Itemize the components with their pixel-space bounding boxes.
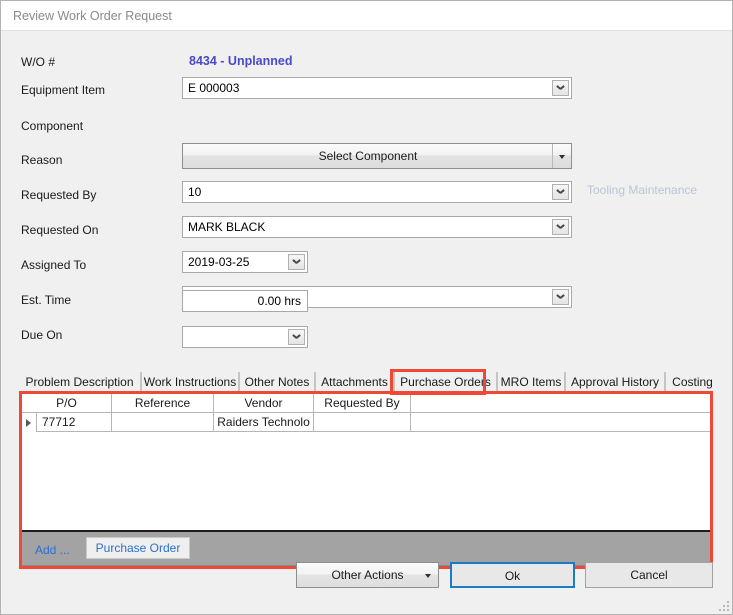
column-header-reference[interactable]: Reference bbox=[112, 394, 214, 412]
column-header-po[interactable]: P/O bbox=[22, 394, 112, 412]
component-dropdown-arrow[interactable] bbox=[552, 144, 571, 168]
column-header-vendor[interactable]: Vendor bbox=[214, 394, 314, 412]
cell-vendor[interactable]: Raiders Technolo bbox=[214, 413, 314, 432]
label-est-time: Est. Time bbox=[21, 293, 72, 307]
dialog-client-area: W/O # 8434 - Unplanned Equipment Item E … bbox=[1, 31, 732, 614]
chevron-down-icon[interactable] bbox=[552, 184, 569, 200]
est-time-value: 0.00 hrs bbox=[257, 294, 301, 308]
other-actions-button[interactable]: Other Actions bbox=[296, 562, 439, 588]
reason-combo[interactable]: 10 bbox=[182, 181, 572, 203]
label-wo-number: W/O # bbox=[21, 55, 56, 69]
cancel-button[interactable]: Cancel bbox=[585, 562, 713, 588]
label-requested-by: Requested By bbox=[21, 188, 97, 202]
select-component-label: Select Component bbox=[318, 149, 418, 163]
add-link[interactable]: Add ... bbox=[35, 543, 70, 557]
equipment-item-combo[interactable]: E 000003 bbox=[182, 77, 572, 99]
due-on-datepicker[interactable] bbox=[182, 326, 308, 348]
reason-value: 10 bbox=[188, 185, 202, 199]
grid-footer-toolbar: Add ... Purchase Order bbox=[21, 530, 711, 566]
other-actions-dropdown-arrow[interactable] bbox=[418, 563, 438, 587]
tab-attachments[interactable]: Attachments bbox=[315, 372, 394, 393]
chevron-down-icon[interactable] bbox=[552, 80, 569, 96]
chevron-down-icon[interactable] bbox=[552, 219, 569, 235]
cell-requested-by[interactable] bbox=[314, 413, 411, 432]
requested-on-value: 2019-03-25 bbox=[188, 255, 250, 269]
wo-number-value: 8434 - Unplanned bbox=[189, 54, 293, 68]
tab-work-instructions[interactable]: Work Instructions bbox=[141, 372, 239, 393]
window-title: Review Work Order Request bbox=[13, 9, 172, 23]
cell-po[interactable]: 77712 bbox=[37, 413, 112, 432]
label-equipment-item: Equipment Item bbox=[21, 83, 106, 97]
tab-costing[interactable]: Costing bbox=[665, 372, 719, 393]
tab-purchase-orders[interactable]: Purchase Orders bbox=[394, 372, 497, 393]
other-actions-label: Other Actions bbox=[331, 568, 404, 582]
equipment-item-value: E 000003 bbox=[188, 81, 240, 95]
tab-problem-description[interactable]: Problem Description bbox=[19, 372, 141, 393]
chevron-down-icon[interactable] bbox=[552, 289, 569, 305]
requested-on-datepicker[interactable]: 2019-03-25 bbox=[182, 251, 308, 273]
chevron-down-icon[interactable] bbox=[288, 254, 305, 270]
cell-reference[interactable] bbox=[112, 413, 214, 432]
row-pointer-icon bbox=[26, 419, 31, 427]
tab-other-notes[interactable]: Other Notes bbox=[239, 372, 315, 393]
label-assigned-to: Assigned To bbox=[21, 258, 87, 272]
label-component: Component bbox=[21, 119, 84, 133]
window-titlebar: Review Work Order Request bbox=[1, 1, 732, 31]
grid-header-row: P/O Reference Vendor Requested By bbox=[22, 394, 710, 412]
add-purchase-order-button[interactable]: Purchase Order bbox=[86, 537, 190, 559]
tab-approval-history[interactable]: Approval History bbox=[565, 372, 665, 393]
ok-button[interactable]: Ok bbox=[450, 562, 575, 588]
dialog-window: Review Work Order Request W/O # 8434 - U… bbox=[0, 0, 733, 615]
label-due-on: Due On bbox=[21, 328, 63, 342]
label-reason: Reason bbox=[21, 153, 63, 167]
est-time-input[interactable]: 0.00 hrs bbox=[182, 290, 308, 312]
requested-by-value: MARK BLACK bbox=[188, 220, 266, 234]
chevron-down-icon[interactable] bbox=[288, 329, 305, 345]
table-row[interactable]: 77712 Raiders Technolo bbox=[22, 412, 710, 432]
tabstrip: Problem Description Work Instructions Ot… bbox=[19, 372, 719, 393]
reason-description-note: Tooling Maintenance bbox=[587, 183, 698, 197]
row-selector[interactable] bbox=[22, 413, 37, 432]
resize-grip[interactable] bbox=[716, 598, 729, 611]
column-header-requested-by[interactable]: Requested By bbox=[314, 394, 411, 412]
requested-by-combo[interactable]: MARK BLACK bbox=[182, 216, 572, 238]
tab-mro-items[interactable]: MRO Items bbox=[497, 372, 565, 393]
label-requested-on: Requested On bbox=[21, 223, 99, 237]
purchase-orders-grid[interactable]: P/O Reference Vendor Requested By 77712 … bbox=[21, 393, 711, 530]
select-component-button[interactable]: Select Component bbox=[182, 143, 572, 169]
